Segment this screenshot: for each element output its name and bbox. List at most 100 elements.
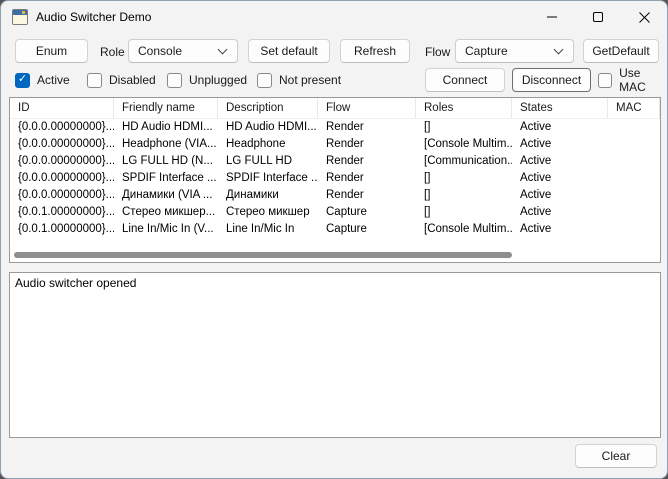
table-cell: {0.0.1.00000000}... — [18, 223, 114, 235]
refresh-button[interactable]: Refresh — [340, 39, 410, 63]
table-cell: {0.0.0.00000000}... — [18, 121, 114, 133]
chevron-down-icon — [217, 44, 228, 54]
role-combobox[interactable]: Console — [128, 39, 238, 63]
table-cell: HD Audio HDMI... — [122, 121, 213, 133]
table-cell — [608, 187, 660, 204]
table-cell — [608, 119, 660, 136]
get-default-button[interactable]: GetDefault — [583, 39, 659, 63]
disabled-checkbox-label: Disabled — [109, 73, 156, 87]
table-cell: Capture — [326, 206, 367, 218]
device-listview: ID Friendly name Description Flow Roles State… — [9, 97, 661, 263]
table-cell: Динамики — [226, 189, 279, 201]
table-cell: HD Audio HDMI... — [226, 121, 317, 133]
table-cell: Active — [520, 223, 552, 235]
scrollbar-thumb[interactable] — [14, 252, 512, 258]
enum-button[interactable]: Enum — [15, 39, 88, 63]
horizontal-scrollbar[interactable] — [11, 249, 659, 262]
table-cell — [608, 204, 660, 221]
column-header[interactable]: Friendly name — [114, 98, 218, 118]
table-cell: Render — [326, 172, 364, 184]
checkbox-box: ✓ — [167, 72, 182, 88]
table-cell: LG FULL HD (N... — [122, 155, 213, 167]
disconnect-button-label: Disconnect — [521, 73, 582, 87]
disabled-checkbox[interactable]: ✓ Disabled — [87, 72, 156, 88]
table-row[interactable]: {0.0.0.00000000}... LG FULL HD (N... LG FU… — [10, 153, 660, 170]
app-icon — [12, 9, 28, 25]
unplugged-checkbox[interactable]: ✓ Unplugged — [167, 72, 247, 88]
table-cell: LG FULL HD — [226, 155, 293, 167]
table-cell: [] — [424, 189, 431, 201]
table-cell — [608, 170, 660, 187]
log-output[interactable]: Audio switcher opened — [9, 272, 661, 438]
table-cell: Headphone — [226, 138, 286, 150]
column-header[interactable]: ID — [10, 98, 114, 118]
table-cell: Render — [326, 121, 364, 133]
table-cell: [Console Multim... — [424, 138, 512, 150]
active-checkbox-label: Active — [37, 73, 70, 87]
maximize-button[interactable] — [575, 1, 621, 33]
table-cell: [] — [424, 206, 431, 218]
column-header[interactable]: MAC — [608, 98, 660, 118]
table-cell: Active — [520, 206, 552, 218]
flow-combobox[interactable]: Capture — [455, 39, 574, 63]
table-cell: {0.0.0.00000000}... — [18, 172, 114, 184]
table-row[interactable]: {0.0.0.00000000}... Headphone (VIA... Head… — [10, 136, 660, 153]
not-present-checkbox[interactable]: ✓ Not present — [257, 72, 341, 88]
disconnect-button[interactable]: Disconnect — [512, 68, 591, 92]
enum-button-label: Enum — [35, 44, 68, 58]
close-icon — [638, 11, 650, 23]
table-cell: [] — [424, 121, 431, 133]
table-header: ID Friendly name Description Flow Roles State… — [10, 98, 660, 119]
app-icon-dot — [22, 11, 25, 14]
column-header[interactable]: Flow — [318, 98, 416, 118]
checkbox-box: ✓ — [257, 72, 272, 88]
window-title: Audio Switcher Demo — [36, 10, 152, 24]
table-cell: [Communication... — [424, 155, 512, 167]
set-default-button[interactable]: Set default — [248, 39, 330, 63]
table-row[interactable]: {0.0.1.00000000}... Line In/Mic In (V... L… — [10, 221, 660, 238]
checkbox-box: ✓ — [87, 72, 102, 88]
table-cell: {0.0.0.00000000}... — [18, 138, 114, 150]
table-cell: Line In/Mic In (V... — [122, 223, 214, 235]
table-cell: Динамики (VIA ... — [122, 189, 213, 201]
column-header[interactable]: States — [512, 98, 608, 118]
table-cell: Render — [326, 155, 364, 167]
table-cell: SPDIF Interface ... — [122, 172, 217, 184]
table-cell: [Console Multim... — [424, 223, 512, 235]
unplugged-checkbox-label: Unplugged — [189, 73, 248, 87]
checkbox-box: ✓ — [15, 72, 30, 88]
column-header[interactable]: Roles — [416, 98, 512, 118]
table-cell: Render — [326, 189, 364, 201]
active-checkbox[interactable]: ✓ Active — [15, 72, 70, 88]
table-cell: {0.0.0.00000000}... — [18, 189, 114, 201]
app-window: Audio Switcher Demo Enum Role Console Se… — [0, 0, 668, 479]
table-row[interactable]: {0.0.0.00000000}... SPDIF Interface ... SP… — [10, 170, 660, 187]
table-cell: Стерео микшер... — [122, 206, 216, 218]
connect-button-label: Connect — [442, 73, 488, 87]
table-row[interactable]: {0.0.1.00000000}... Стерео микшер... Стере… — [10, 204, 660, 221]
column-header[interactable]: Description — [218, 98, 318, 118]
get-default-button-label: GetDefault — [592, 44, 650, 58]
table-body: {0.0.0.00000000}... HD Audio HDMI... HD Au… — [10, 119, 660, 238]
table-cell: Line In/Mic In — [226, 223, 295, 235]
checkbox-box: ✓ — [598, 72, 613, 88]
table-cell: Capture — [326, 223, 367, 235]
table-cell: [] — [424, 172, 431, 184]
table-cell — [608, 153, 660, 170]
table-cell: Active — [520, 189, 552, 201]
table-cell: Active — [520, 155, 552, 167]
use-mac-checkbox[interactable]: ✓ Use MAC — [598, 66, 667, 94]
connect-button[interactable]: Connect — [425, 68, 505, 92]
table-cell — [608, 221, 660, 238]
table-row[interactable]: {0.0.0.00000000}... Динамики (VIA ... Дина… — [10, 187, 660, 204]
close-button[interactable] — [621, 1, 667, 33]
clear-button-label: Clear — [601, 449, 631, 463]
table-cell: Active — [520, 138, 552, 150]
table-row[interactable]: {0.0.0.00000000}... HD Audio HDMI... HD Au… — [10, 119, 660, 136]
set-default-button-label: Set default — [260, 44, 318, 58]
table-cell: Active — [520, 121, 552, 133]
clear-button[interactable]: Clear — [575, 444, 657, 468]
role-combobox-value: Console — [138, 44, 183, 58]
window-controls — [529, 1, 667, 33]
minimize-button[interactable] — [529, 1, 575, 33]
